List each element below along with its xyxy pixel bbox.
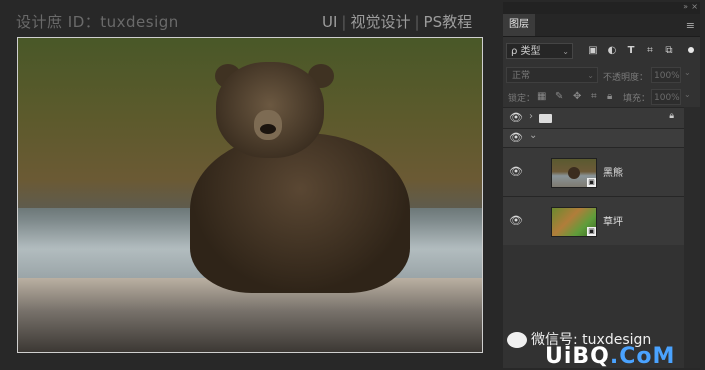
layer-name[interactable]: 黑熊 bbox=[603, 164, 623, 179]
link-ps-tutorial[interactable]: PS教程 bbox=[424, 13, 473, 31]
layer-filter-row: ρ 类型 ⌄ ▣ ◐ T ⌗ ⧉ bbox=[503, 39, 700, 63]
site-logo-part1: UiBQ bbox=[545, 344, 610, 369]
smart-object-icon: ▣ bbox=[587, 227, 596, 236]
chevron-down-icon[interactable]: ⌄ bbox=[684, 90, 691, 99]
link-visual-design[interactable]: 视觉设计 bbox=[350, 13, 410, 31]
layer-group-collapsed[interactable]: 👁︎ › 🔒︎ bbox=[503, 107, 684, 128]
lock-pixels-icon[interactable]: ✎ bbox=[555, 91, 563, 102]
filter-type-label: ρ 类型 bbox=[511, 46, 541, 57]
layers-scrollbar[interactable] bbox=[684, 107, 700, 368]
eye-icon[interactable]: 👁︎ bbox=[509, 165, 523, 178]
top-links: UI | 视觉设计 | PS教程 bbox=[322, 13, 473, 31]
layer-group-expanded[interactable]: 👁︎ ⌄ bbox=[503, 128, 684, 147]
close-icon[interactable]: × bbox=[691, 2, 698, 11]
layer-name[interactable]: 草坪 bbox=[603, 213, 623, 228]
fill-label: 填充： bbox=[623, 94, 651, 104]
shape-filter-icon[interactable]: ⌗ bbox=[644, 45, 656, 57]
link-ui[interactable]: UI bbox=[322, 13, 337, 31]
document-canvas[interactable] bbox=[17, 37, 483, 353]
bear-body bbox=[190, 133, 410, 293]
lock-row: 锁定： ▦ ✎ ✥ ⌗ 🔒︎ 填充： 100% ⌄ bbox=[503, 87, 700, 107]
folder-icon bbox=[539, 114, 552, 123]
panel-tabbar: 图层 ≡ bbox=[503, 14, 700, 37]
lock-all-icon[interactable]: 🔒︎ bbox=[607, 91, 612, 102]
blend-row: 正常 ⌄ 不透明度： 100% ⌄ bbox=[503, 64, 700, 86]
collapse-icon[interactable]: » bbox=[683, 2, 688, 11]
fill-input[interactable]: 100% bbox=[651, 89, 681, 105]
lock-label: 锁定： bbox=[508, 94, 536, 104]
site-logo: UiBQ.CoM bbox=[545, 344, 675, 369]
eye-icon[interactable]: 👁︎ bbox=[509, 131, 523, 144]
layer-thumbnail: ▣ bbox=[551, 158, 597, 188]
opacity-input[interactable]: 100% bbox=[651, 67, 681, 83]
blend-mode-label: 正常 bbox=[512, 71, 531, 81]
bear-nose bbox=[260, 124, 276, 134]
chevron-down-icon[interactable]: ⌄ bbox=[529, 130, 537, 141]
chevron-down-icon[interactable]: ⌄ bbox=[684, 68, 691, 77]
blend-mode-select[interactable]: 正常 ⌄ bbox=[506, 67, 598, 83]
chevron-down-icon: ⌄ bbox=[587, 71, 594, 80]
layer-thumbnail: ▣ bbox=[551, 207, 597, 237]
eye-icon[interactable]: 👁︎ bbox=[509, 111, 523, 124]
panel-top-bar: » × bbox=[503, 2, 700, 14]
filter-type-select[interactable]: ρ 类型 ⌄ bbox=[506, 43, 573, 59]
lock-transparent-icon[interactable]: ▦ bbox=[537, 91, 546, 102]
site-logo-part2: .CoM bbox=[609, 344, 676, 369]
layers-panel: » × 图层 ≡ ρ 类型 ⌄ ▣ ◐ T ⌗ ⧉ 正常 ⌄ 不透明度： 100% … bbox=[503, 2, 700, 368]
layer-bear[interactable]: 👁︎ ▣ 黑熊 bbox=[503, 147, 684, 196]
opacity-label: 不透明度： bbox=[603, 73, 649, 83]
adjustment-filter-icon[interactable]: ◐ bbox=[606, 45, 618, 57]
image-filter-icon[interactable]: ▣ bbox=[587, 45, 599, 57]
tab-layers[interactable]: 图层 bbox=[503, 14, 535, 36]
lock-artboard-icon[interactable]: ⌗ bbox=[591, 91, 597, 102]
lock-icon: 🔒︎ bbox=[669, 111, 674, 121]
layer-lawn[interactable]: 👁︎ ▣ 草坪 bbox=[503, 196, 684, 245]
chevron-right-icon[interactable]: › bbox=[529, 111, 533, 122]
chevron-down-icon: ⌄ bbox=[562, 47, 569, 56]
type-filter-icon[interactable]: T bbox=[625, 45, 637, 57]
watermark-top: 设计庶 ID：tuxdesign bbox=[16, 13, 179, 31]
filter-toggle-icon[interactable] bbox=[688, 47, 694, 53]
smart-object-icon: ▣ bbox=[587, 178, 596, 187]
lock-position-icon[interactable]: ✥ bbox=[573, 91, 581, 102]
eye-icon[interactable]: 👁︎ bbox=[509, 214, 523, 227]
panel-menu-icon[interactable]: ≡ bbox=[686, 19, 695, 32]
smart-object-filter-icon[interactable]: ⧉ bbox=[663, 45, 675, 57]
wechat-icon bbox=[507, 332, 527, 348]
